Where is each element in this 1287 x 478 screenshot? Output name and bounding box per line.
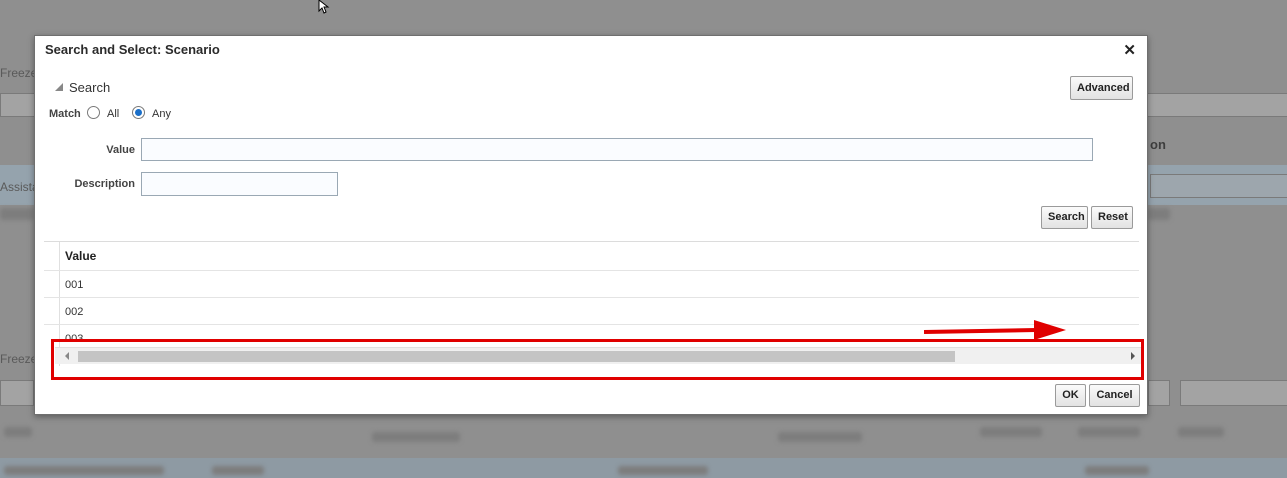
search-button[interactable]: Search xyxy=(1041,206,1088,229)
search-section-toggle[interactable]: Search xyxy=(55,80,110,95)
bg-assist-label: Assista xyxy=(0,180,39,194)
bg-freeze-label-2: Freeze xyxy=(0,352,38,366)
table-row[interactable]: 001 xyxy=(65,279,83,291)
bg-blur-4 xyxy=(372,432,460,442)
table-top-border xyxy=(44,241,1139,242)
bg-field-3 xyxy=(1148,380,1170,406)
bg-blur-11 xyxy=(618,466,708,475)
cursor-arrow-icon xyxy=(318,0,330,14)
table-row[interactable]: 002 xyxy=(65,306,83,318)
description-label: Description xyxy=(74,178,135,190)
match-label: Match xyxy=(49,108,81,120)
dialog-title: Search and Select: Scenario xyxy=(45,42,220,57)
bg-column-header: on xyxy=(1150,137,1166,152)
collapse-triangle-icon xyxy=(55,83,63,91)
advanced-button[interactable]: Advanced xyxy=(1070,76,1133,100)
reset-button[interactable]: Reset xyxy=(1091,206,1133,229)
bg-blur-2 xyxy=(1148,208,1170,220)
annotation-highlight-box xyxy=(51,339,1144,380)
bg-blur-12 xyxy=(1085,466,1149,475)
match-all-radio[interactable] xyxy=(87,106,100,119)
value-column-header[interactable]: Value xyxy=(65,249,96,263)
row-selector-column xyxy=(45,242,60,271)
match-any-label: Any xyxy=(152,108,171,120)
bg-blur-9 xyxy=(4,466,164,475)
close-icon[interactable]: ✕ xyxy=(1123,41,1136,59)
bg-blur-1 xyxy=(0,208,34,220)
description-input[interactable] xyxy=(141,172,338,196)
match-any-radio[interactable] xyxy=(132,106,145,119)
bg-field-2 xyxy=(0,380,34,406)
bg-blur-8 xyxy=(1178,427,1224,437)
ok-button[interactable]: OK xyxy=(1055,384,1086,407)
search-section-label: Search xyxy=(69,80,111,95)
row-divider xyxy=(44,270,1139,271)
cancel-button[interactable]: Cancel xyxy=(1089,384,1140,407)
bg-field-4 xyxy=(1180,380,1287,406)
bg-select xyxy=(1150,174,1287,198)
annotation-arrow-icon xyxy=(924,320,1066,340)
match-all-label: All xyxy=(107,108,120,120)
bg-blur-7 xyxy=(1078,427,1140,437)
bg-blur-10 xyxy=(212,466,264,475)
value-input[interactable] xyxy=(141,138,1093,161)
bg-freeze-label: Freeze xyxy=(0,66,38,80)
row-divider xyxy=(44,297,1139,298)
value-label: Value xyxy=(106,144,135,156)
bg-blur-5 xyxy=(778,432,862,442)
bg-blur-6 xyxy=(980,427,1042,437)
bg-blur-3 xyxy=(4,427,32,437)
